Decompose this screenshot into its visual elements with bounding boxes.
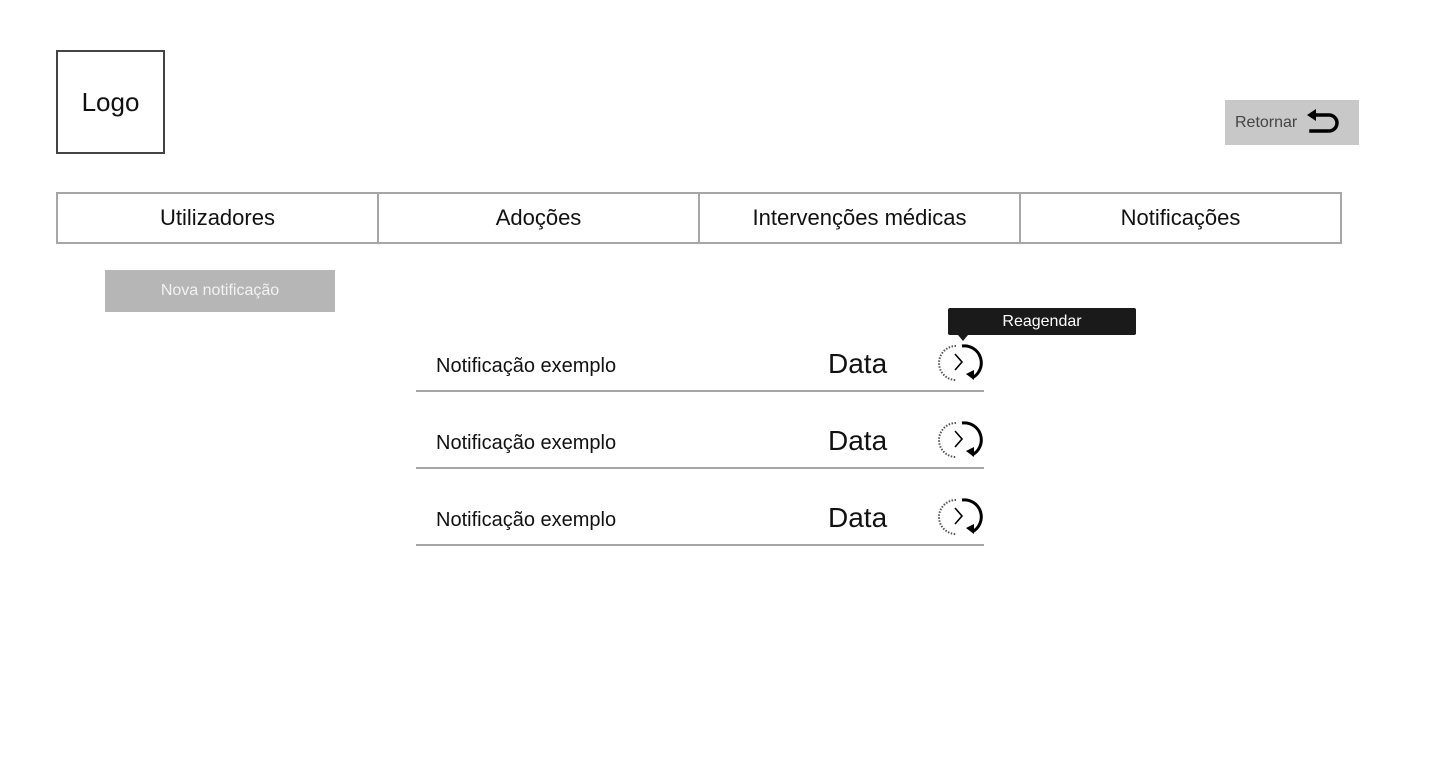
reschedule-icon[interactable]: [936, 340, 984, 386]
main-navigation-tabs: Utilizadores Adoções Intervenções médica…: [56, 192, 1342, 244]
new-notification-button[interactable]: Nova notificação: [105, 270, 335, 312]
reschedule-icon[interactable]: [936, 417, 984, 463]
notification-title: Notificação exemplo: [436, 432, 617, 454]
notification-date: Data: [828, 502, 888, 533]
reschedule-icon[interactable]: [936, 494, 984, 540]
notification-title: Notificação exemplo: [436, 509, 617, 531]
notification-date: Data: [828, 348, 888, 379]
tab-adocoes[interactable]: Adoções: [379, 194, 700, 242]
notification-date: Data: [828, 425, 888, 456]
list-item: Notificação exemplo Data: [416, 491, 984, 546]
logo: Logo: [56, 50, 165, 154]
tab-utilizadores[interactable]: Utilizadores: [58, 194, 379, 242]
tab-intervencoes-medicas[interactable]: Intervenções médicas: [700, 194, 1021, 242]
list-item: Notificação exemplo Data: [416, 414, 984, 469]
undo-arrow-icon: [1305, 108, 1339, 137]
back-button-label: Retornar: [1235, 113, 1298, 131]
notification-title: Notificação exemplo: [436, 355, 617, 377]
back-button[interactable]: Retornar: [1225, 100, 1359, 145]
reschedule-tooltip: Reagendar: [948, 308, 1136, 341]
list-item: Notificação exemplo Data: [416, 337, 984, 392]
tab-notificacoes[interactable]: Notificações: [1021, 194, 1340, 242]
notification-list: Notificação exemplo Data Notificação exe…: [416, 337, 984, 568]
